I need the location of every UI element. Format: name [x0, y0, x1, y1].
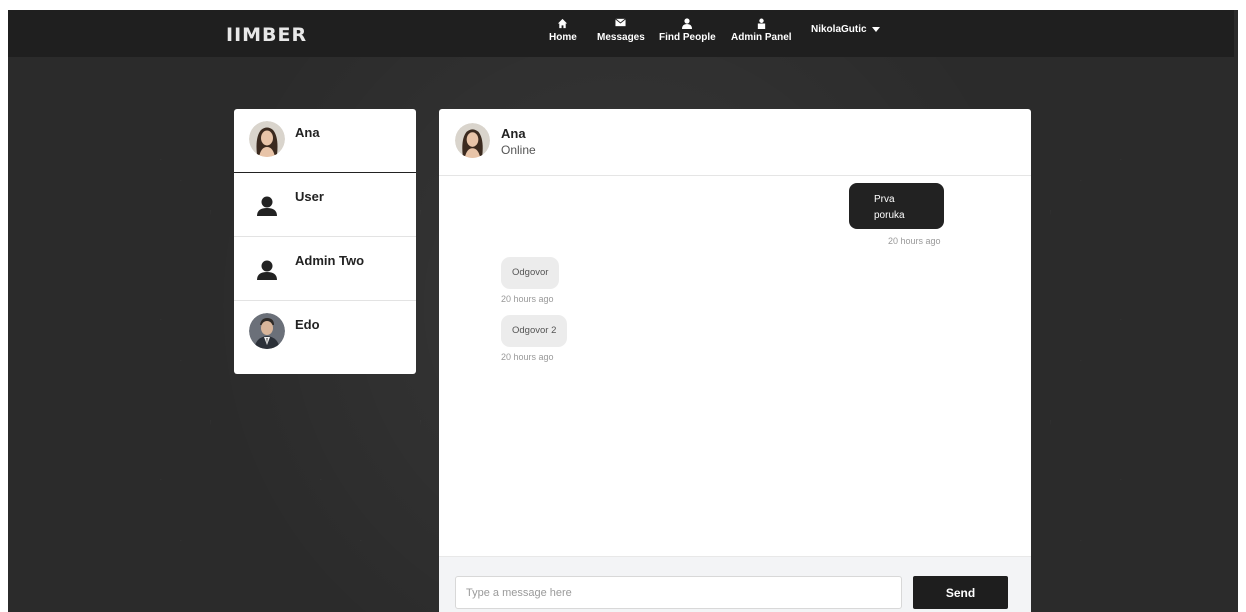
- ana-avatar: [455, 123, 490, 158]
- message-composer: Send: [439, 556, 1031, 612]
- default-user-icon: [249, 185, 285, 221]
- envelope-icon: [615, 18, 627, 31]
- ana-avatar: [249, 121, 285, 157]
- contact-item-user[interactable]: User: [234, 173, 416, 237]
- message-input[interactable]: [455, 576, 902, 609]
- brand-logo[interactable]: IIMBER: [226, 24, 307, 46]
- nav-messages[interactable]: Messages: [597, 18, 645, 43]
- nav-admin-panel[interactable]: Admin Panel: [731, 18, 792, 43]
- default-user-icon: [249, 249, 285, 285]
- home-icon: [557, 18, 568, 31]
- chat-contact-status: Online: [501, 143, 536, 157]
- edo-avatar: [249, 313, 285, 349]
- nav-find-people[interactable]: Find People: [659, 18, 716, 43]
- message-bubble-incoming: Odgovor: [501, 257, 560, 289]
- message-timestamp: 20 hours ago: [888, 236, 941, 246]
- navbar: IIMBER Home Messages Find People Admin P…: [8, 10, 1234, 57]
- chat-contact-name: Ana: [501, 126, 526, 141]
- window-frame-top: [0, 0, 1246, 10]
- chevron-down-icon: [871, 27, 880, 32]
- contact-name: Admin Two: [295, 253, 365, 268]
- username-label: NikolaGutic: [811, 24, 867, 35]
- user-menu-dropdown[interactable]: NikolaGutic: [811, 24, 880, 35]
- contact-name: Ana: [295, 125, 320, 140]
- people-icon: [681, 18, 693, 31]
- nav-messages-label: Messages: [597, 32, 645, 43]
- message-timestamp: 20 hours ago: [501, 294, 554, 304]
- contact-item-edo[interactable]: Edo: [234, 301, 416, 365]
- contact-name: Edo: [295, 317, 320, 332]
- contact-name: User: [295, 189, 324, 204]
- message-bubble-incoming: Odgovor 2: [501, 315, 568, 347]
- window-frame-left: [0, 0, 8, 612]
- send-button[interactable]: Send: [913, 576, 1008, 609]
- window-frame-right: [1238, 0, 1246, 612]
- admin-icon: [756, 18, 767, 31]
- nav-home-label: Home: [549, 32, 577, 43]
- nav-admin-panel-label: Admin Panel: [731, 32, 792, 43]
- nav-find-people-label: Find People: [659, 32, 716, 43]
- contact-list: Ana User Admin Two Edo: [234, 109, 416, 374]
- nav-home[interactable]: Home: [549, 18, 577, 43]
- chat-header: Ana Online: [439, 109, 1031, 176]
- message-timestamp: 20 hours ago: [501, 352, 554, 362]
- chat-panel: Ana Online Prva poruka 20 hours ago Odgo…: [439, 109, 1031, 612]
- contact-item-ana[interactable]: Ana: [234, 109, 416, 173]
- contact-item-admin-two[interactable]: Admin Two: [234, 237, 416, 301]
- message-bubble-outgoing: Prva poruka: [849, 183, 944, 229]
